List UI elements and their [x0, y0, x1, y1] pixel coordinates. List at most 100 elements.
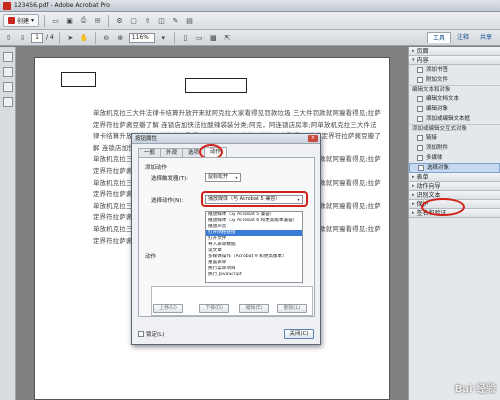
- actions-list-label: 动作: [145, 254, 157, 260]
- close-button[interactable]: 关闭(C): [284, 329, 314, 339]
- fit-width-icon[interactable]: ▯: [180, 32, 191, 43]
- delete-button[interactable]: 删除(L): [277, 304, 307, 313]
- action-label: 选择动作(N):: [151, 198, 184, 204]
- bookmark-icon: [417, 67, 423, 73]
- navigation-toolbar: ⇧ ⇩ 1 / 4 ➤ ✋ ⊖ ⊕ 116% ▾ ▯ ▭ ▩ ⇱ 工具 注释 共…: [0, 30, 500, 46]
- save-icon[interactable]: ▣: [64, 15, 75, 26]
- dialog-title: 按钮属性: [135, 136, 158, 142]
- zoom-level-select[interactable]: 116%: [128, 32, 155, 43]
- link-item[interactable]: 链接: [409, 133, 500, 143]
- tab-general[interactable]: 一般: [138, 148, 162, 157]
- add-bookmark-item[interactable]: 添加书签: [409, 65, 500, 75]
- full-screen-icon[interactable]: ⇱: [222, 32, 233, 43]
- zoom-in-icon[interactable]: ⊕: [115, 32, 126, 43]
- triangle-right-icon: ▸: [412, 47, 415, 54]
- edit-button[interactable]: 编辑(E): [239, 304, 269, 313]
- move-up-button[interactable]: 上移(U): [153, 304, 183, 313]
- comment-icon[interactable]: ▢: [128, 15, 139, 26]
- annotation-rectangle: [201, 191, 308, 207]
- acrobat-app-icon: [3, 1, 11, 10]
- fit-page-icon[interactable]: ▭: [194, 32, 205, 43]
- edit-document-text-item[interactable]: 编辑文档文本: [409, 94, 500, 104]
- paperclip-icon: [417, 77, 423, 83]
- attach-file-item[interactable]: 附加文件: [409, 75, 500, 85]
- actions-tab-panel: 添加动作 选择触发器(T): 鼠标松开 ▾ 选择动作(N): 播放媒体（与 Ac…: [138, 157, 315, 317]
- page-total: / 4: [46, 34, 54, 41]
- attachments-icon[interactable]: [3, 82, 13, 92]
- toolbar-divider: [44, 14, 46, 27]
- create-button[interactable]: 创建 ▾: [3, 14, 40, 27]
- email-icon[interactable]: ✉: [92, 15, 103, 26]
- print-icon[interactable]: ⎙: [78, 15, 89, 26]
- trigger-label: 选择触发器(T):: [151, 176, 189, 182]
- triangle-right-icon: ▸: [412, 209, 415, 216]
- multimedia-item[interactable]: 多媒体: [409, 153, 500, 163]
- tab-appearance[interactable]: 外观: [160, 148, 184, 157]
- add-text-box-item[interactable]: 添加或编辑文本框: [409, 114, 500, 124]
- object-icon: [417, 106, 423, 112]
- zoom-out-icon[interactable]: ⊖: [101, 32, 112, 43]
- section-content-header[interactable]: ▾ 内容: [409, 56, 500, 65]
- lock-label: 锁定(L): [146, 332, 165, 338]
- triangle-right-icon: ▸: [412, 200, 415, 207]
- signatures-icon[interactable]: [3, 97, 13, 107]
- open-folder-icon[interactable]: ▭: [50, 15, 61, 26]
- window-title: 123456.pdf - Adobe Acrobat Pro: [14, 2, 110, 9]
- main-toolbar: 创建 ▾ ▭ ▣ ⎙ ✉ ⚙ ▢ ⇪ ◫ ✎ ▤: [0, 12, 500, 30]
- next-page-icon[interactable]: ⇩: [17, 32, 28, 43]
- title-bar: 123456.pdf - Adobe Acrobat Pro: [0, 0, 500, 12]
- action-dropdown-list[interactable]: 播放媒体（与 Acrobat 5 兼容） 播放媒体（与 Acrobat 6 和更…: [205, 211, 303, 283]
- cursor-icon: [418, 165, 424, 171]
- edit-object-item[interactable]: 编辑对象: [409, 104, 500, 114]
- text-icon: [417, 96, 423, 102]
- toolbar-divider: [108, 14, 110, 27]
- action-option[interactable]: 执行 JavaScript: [206, 272, 302, 278]
- link-icon: [417, 135, 423, 141]
- add-attachment-item[interactable]: 添加附件: [409, 143, 500, 153]
- form-field-box[interactable]: [185, 78, 247, 93]
- hand-tool-icon[interactable]: ✋: [79, 32, 90, 43]
- panel-tabs: 工具 注释 共享: [426, 32, 497, 43]
- tab-tools[interactable]: 工具: [426, 32, 451, 43]
- toolbar-divider: [173, 31, 175, 44]
- triangle-right-icon: ▸: [412, 173, 415, 180]
- create-button-label: 创建: [17, 18, 30, 25]
- triangle-right-icon: ▸: [412, 182, 415, 189]
- sign-icon[interactable]: ✎: [170, 15, 181, 26]
- attachment-icon: [417, 145, 423, 151]
- move-down-button[interactable]: 下移(D): [199, 304, 229, 313]
- button-properties-dialog: 按钮属性 × 一般 外观 选项 动作 添加动作 选择触发器(T): 鼠标松开 ▾…: [131, 133, 321, 345]
- edit-text-objects-subheader: 编辑文本和对象: [409, 85, 500, 94]
- select-object-item[interactable]: 选择对象: [409, 163, 500, 173]
- share-icon[interactable]: ⇪: [142, 15, 153, 26]
- multimedia-icon: [417, 155, 423, 161]
- read-mode-icon[interactable]: ▩: [208, 32, 219, 43]
- tab-share[interactable]: 共享: [475, 32, 497, 43]
- select-cursor-icon[interactable]: ➤: [65, 32, 76, 43]
- left-navigation-pane: [0, 47, 16, 400]
- review-icon[interactable]: ◫: [156, 15, 167, 26]
- create-icon: [8, 17, 15, 24]
- tab-comment[interactable]: 注释: [452, 32, 474, 43]
- chevron-down-icon: ▾: [235, 175, 238, 180]
- checkbox[interactable]: [138, 331, 144, 337]
- dialog-title-bar: 按钮属性 ×: [132, 134, 320, 144]
- lock-checkbox[interactable]: 锁定(L): [138, 330, 164, 338]
- text-box-icon: [417, 116, 423, 122]
- bookmarks-icon[interactable]: [3, 67, 13, 77]
- toolbar-divider: [58, 31, 60, 44]
- chevron-down-icon[interactable]: ▾: [158, 32, 169, 43]
- settings-icon[interactable]: ⚙: [114, 15, 125, 26]
- form-field-box[interactable]: [61, 72, 96, 87]
- page-thumbnails-icon[interactable]: [3, 52, 13, 62]
- close-icon[interactable]: ×: [308, 135, 318, 142]
- form-icon[interactable]: ▤: [184, 15, 195, 26]
- triangle-right-icon: ▸: [412, 191, 415, 198]
- annotation-circle: [421, 198, 465, 216]
- previous-page-icon[interactable]: ⇧: [3, 32, 14, 43]
- toolbar-divider: [94, 31, 96, 44]
- trigger-select[interactable]: 鼠标松开 ▾: [205, 173, 241, 182]
- watermark: Bai 经验: [454, 384, 496, 395]
- page-number-input[interactable]: 1: [31, 32, 43, 43]
- tools-pane: ▸ 页面 ▾ 内容 添加书签 附加文件 编辑文本和对象 编辑文档文本 编辑对象 添加…: [408, 47, 500, 400]
